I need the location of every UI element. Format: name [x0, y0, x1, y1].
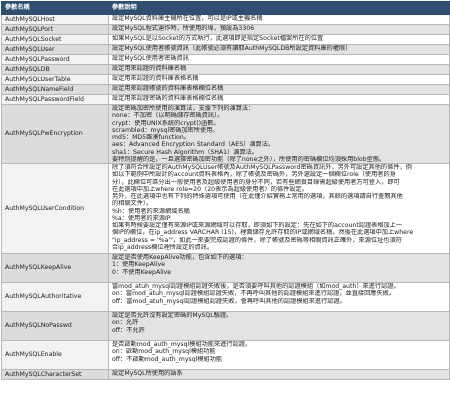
- description-line: 1：使用KeepAlive: [112, 261, 165, 269]
- parameter-description: 設定用來認證帳號的資料庫表格欄位名稱: [108, 84, 450, 95]
- parameter-name: AuthMySQLPort: [1, 24, 109, 35]
- description-line: 設定MySQL資料庫主機所在位置，可以是IP或主機名稱: [112, 15, 263, 23]
- description-line: 設定是否允許沒有設定密碼的MySQL驗證。: [112, 312, 233, 320]
- description-line: on：當mod_atuh_mysql認證模組認證失敗，不再呼叫其他的認證模組來進…: [112, 290, 396, 298]
- parameter-name: AuthMySQLHost: [1, 14, 109, 25]
- description-line: 是否啟動mod_auth_mysql模組功能來進行認證。: [112, 341, 252, 349]
- table-row: AuthMySQLHost 設定MySQL資料庫主機所在位置，可以是IP或主機名稱: [1, 14, 450, 25]
- description-line: 設定用來認證的資料庫表格名稱: [112, 75, 199, 83]
- parameter-description: 設定是否使用KeepAlive功能，包含如下的選項： 1：使用KeepAlive 0…: [108, 253, 450, 283]
- description-line: aes：Advanced Encryption Standard（AES）演算法…: [112, 141, 275, 149]
- table-row: AuthMySQLPwEncryption 設定密碼加密所使用的演算法，支援下列的…: [1, 104, 450, 164]
- description-line: 設定用來認證帳號的資料庫表格欄位名稱: [112, 85, 224, 93]
- description-line: 另外，在此選項中也有下列的特殊選項可使用（在此僅介紹實務上常用的選項，其餘的選項…: [112, 193, 403, 200]
- description-line: 0：不使用KeepAlive: [112, 268, 172, 276]
- parameter-description: 設定是否允許沒有設定密碼的MySQL驗證。 on：允許 off：不允許: [108, 311, 450, 341]
- description-line: 分），此欄位可區分出一般使用者及超級使用者的身分不同，若有些網頁目錄需超級使用者…: [112, 178, 400, 186]
- table-body: AuthMySQLHost 設定MySQL資料庫主機所在位置，可以是IP或主機名稱…: [1, 14, 450, 380]
- table-row: AuthMySQLPasswordField 設定用來認證密碼的資料庫表格欄位名稱: [1, 94, 450, 105]
- parameter-name: AuthMySQLPasswordField: [1, 94, 109, 105]
- table-row: AuthMySQLUserTable 設定用來認證的資料庫表格名稱: [1, 74, 450, 85]
- parameter-description: 設定MySQL使用者密碼資訊: [108, 54, 450, 65]
- description-line: %h：使用者的來源網域名稱: [112, 207, 190, 215]
- description-line: md5：MD5雜湊function。: [112, 134, 190, 141]
- table-header: 參數名稱 參數說明: [1, 1, 450, 15]
- parameter-description: 是否啟動mod_auth_mysql模組功能來進行認證。 on：啟動mod_aut…: [108, 340, 450, 370]
- description-line: %a：使用者的來源IP: [112, 214, 171, 222]
- description-line: 設定MySQL所使用的語系: [112, 370, 183, 378]
- parameter-description: 設定用來認證密碼的資料庫表格欄位名稱: [108, 94, 450, 105]
- description-line: 合ip_address欄位裡所設定的資訊。: [112, 243, 214, 251]
- table-row: AuthMySQLNameField 設定用來認證帳號的資料庫表格欄位名稱: [1, 84, 450, 95]
- parameter-name: AuthMySQLKeepAlive: [1, 253, 109, 283]
- parameter-name: AuthMySQLUser: [1, 44, 109, 55]
- parameter-description: 設定MySQL資料庫主機所在位置，可以是IP或主機名稱: [108, 14, 450, 25]
- description-line: 如果有時候要設定僅有來源IP或來源網域可以存取，即須如下的設定：先在如下的acc…: [112, 222, 403, 229]
- parameter-name: AuthMySQLUserCondition: [1, 163, 109, 254]
- parameter-description: 除了須符合所設定的AuthMySQLUser帳號及AuthMySQLPasswo…: [108, 163, 450, 254]
- description-line: scrambled：mysql密碼加密所使用。: [112, 126, 219, 134]
- description-line: 的相關文件）。: [112, 200, 153, 208]
- description-line: sha1：Secure Hash Algorithm（SHA1）演算法。: [112, 148, 259, 156]
- table-row: AuthMySQLCharacterSet 設定MySQL所使用的語系: [1, 369, 450, 380]
- table-row: AuthMySQLAuthoritative 當mod_atuh_mysql認證模…: [1, 282, 450, 312]
- description-line: on：允許: [112, 319, 139, 327]
- description-line: off：不允許: [112, 326, 145, 334]
- description-line: 要特別提醒的是，一旦選擇密碼加密功能（除了none之外），所使用的密碼欄位均須採…: [112, 155, 386, 163]
- description-line: 除了須符合所設定的AuthMySQLUser帳號及AuthMySQLPasswo…: [112, 164, 412, 172]
- parameter-name: AuthMySQLPwEncryption: [1, 104, 109, 164]
- parameter-description: 設定用來認證的資料庫表格名稱: [108, 74, 450, 85]
- parameter-name: AuthMySQLEnable: [1, 340, 109, 370]
- parameter-name: AuthMySQLDB: [1, 64, 109, 75]
- table-row: AuthMySQLPassword 設定MySQL使用者密碼資訊: [1, 54, 450, 65]
- parameter-description: 如果MySQL是以Socket的方式執行，此選項即是指定Socket檔案所在的位…: [108, 34, 450, 45]
- description-line: "ip_address = '%a'"，如此一來要完成認證的條件，除了帳號及密碼…: [112, 236, 402, 244]
- parameter-name: AuthMySQLCharacterSet: [1, 369, 109, 380]
- parameter-description: 當mod_atuh_mysql認證模組認證失敗後，是否須要呼叫其他的認證模組（如…: [108, 282, 450, 312]
- parameter-name: AuthMySQLUserTable: [1, 74, 109, 85]
- description-line: 設定MySQL程式運作時，所使用的埠，預設為3306: [112, 25, 255, 33]
- parameter-description: 設定MySQL程式運作時，所使用的埠，預設為3306: [108, 24, 450, 35]
- description-line: crypt：使用UNIX系統的crypt()函數。: [112, 119, 220, 127]
- description-line: off：當mod_atuh_mysql認證模組認證失敗，會再呼叫其他的認證模組來…: [112, 297, 346, 305]
- description-line: 設定MySQL使用者密碼資訊: [112, 55, 189, 63]
- parameter-description: 設定密碼加密所使用的演算法，支援下列的演算法： none：不加密（以明碼儲存密碼資…: [108, 104, 450, 164]
- parameter-description: 設定MySQL使用者帳號資訊（此帳號必須有讀取AuthMySQLDB所設定資料庫…: [108, 44, 450, 55]
- table-row: AuthMySQLUserCondition 除了須符合所設定的AuthMySQL…: [1, 163, 450, 254]
- description-line: 個IP的欄位，在ip_address VARCHAR (15)，裡面儲存允許存取…: [112, 229, 414, 237]
- parameter-description: 設定用來認證的資料庫名稱: [108, 64, 450, 75]
- parameter-name: AuthMySQLNoPasswd: [1, 311, 109, 341]
- description-line: 設定用來認證密碼的資料庫表格欄位名稱: [112, 95, 224, 103]
- description-line: 在此選項中加上where role=20（20表示為超級使用者）的條件設定。: [112, 185, 308, 193]
- description-line: 當mod_atuh_mysql認證模組認證失敗後，是否須要呼叫其他的認證模組（如…: [112, 283, 400, 291]
- description-line: on：啟動mod_auth_mysql模組功能: [112, 348, 216, 356]
- description-line: none：不加密（以明碼儲存密碼資訊）。: [112, 112, 224, 120]
- table-row: AuthMySQLDB 設定用來認證的資料庫名稱: [1, 64, 450, 75]
- table-row: AuthMySQLSocket 如果MySQL是以Socket的方式執行，此選項即…: [1, 34, 450, 45]
- parameter-name: AuthMySQLSocket: [1, 34, 109, 45]
- table-row: AuthMySQLKeepAlive 設定是否使用KeepAlive功能，包含如下…: [1, 253, 450, 283]
- header-parameter-description: 參數說明: [108, 1, 450, 15]
- description-line: off：不啟動mod_auth_mysql模組功能: [112, 355, 223, 363]
- parameter-name: AuthMySQLAuthoritative: [1, 282, 109, 312]
- table-row: AuthMySQLNoPasswd 設定是否允許沒有設定密碼的MySQL驗證。 on…: [1, 311, 450, 341]
- parameter-name: AuthMySQLPassword: [1, 54, 109, 65]
- description-line: 設定密碼加密所使用的演算法，支援下列的演算法：: [112, 105, 255, 113]
- parameter-description: 設定MySQL所使用的語系: [108, 369, 450, 380]
- table-row: AuthMySQLPort 設定MySQL程式運作時，所使用的埠，預設為3306: [1, 24, 450, 35]
- table-row: AuthMySQLEnable 是否啟動mod_auth_mysql模組功能來進行…: [1, 340, 450, 370]
- description-line: 設定用來認證的資料庫名稱: [112, 65, 187, 73]
- parameter-name: AuthMySQLNameField: [1, 84, 109, 95]
- description-line: 如以下範例中所設計的account資料表格內，除了帳號及密碼外，另外還設定一個欄…: [112, 171, 396, 179]
- header-row: 參數名稱 參數說明: [1, 1, 450, 15]
- description-line: 如果MySQL是以Socket的方式執行，此選項即是指定Socket檔案所在的位…: [112, 35, 324, 43]
- parameter-table: 參數名稱 參數說明 AuthMySQLHost 設定MySQL資料庫主機所在位置，…: [1, 1, 450, 380]
- header-parameter-name: 參數名稱: [1, 1, 109, 15]
- description-line: 設定MySQL使用者帳號資訊（此帳號必須有讀取AuthMySQLDB所設定資料庫…: [112, 45, 352, 53]
- table-row: AuthMySQLUser 設定MySQL使用者帳號資訊（此帳號必須有讀取Auth…: [1, 44, 450, 55]
- description-line: 設定是否使用KeepAlive功能，包含如下的選項：: [112, 254, 248, 262]
